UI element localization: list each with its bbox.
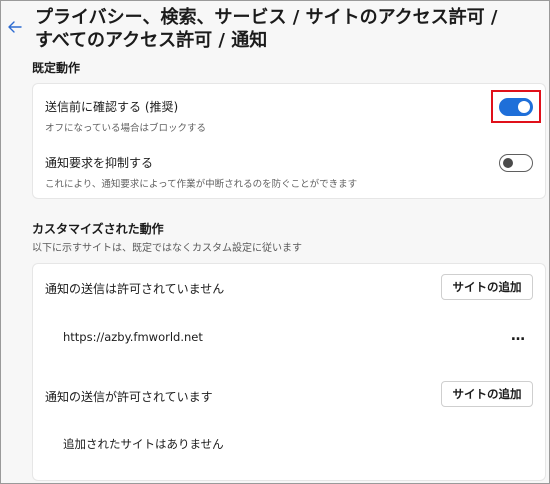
quiet-notification-requests-description: これにより、通知要求によって作業が中断されるのを防ぐことができます	[45, 179, 358, 190]
custom-behavior-subtitle: 以下に示すサイトは、既定ではなくカスタム設定に従います	[32, 243, 302, 254]
add-allowed-site-button[interactable]: サイトの追加	[441, 381, 533, 407]
blocked-sites-label: 通知の送信は許可されていません	[45, 282, 225, 296]
no-sites-message: 追加されたサイトはありません	[63, 437, 224, 451]
allowed-sites-label: 通知の送信が許可されています	[45, 390, 213, 404]
ask-before-sending-description: オフになっている場合はブロックする	[45, 123, 207, 134]
page-title-line-2: すべてのアクセス許可 / 通知	[35, 30, 268, 51]
arrow-left-icon	[8, 21, 22, 33]
quiet-notification-requests-label: 通知要求を抑制する	[45, 156, 154, 170]
add-blocked-site-button[interactable]: サイトの追加	[441, 274, 533, 300]
ask-before-sending-label: 送信前に確認する (推奨)	[45, 100, 179, 114]
highlight-annotation	[491, 90, 541, 123]
page-title-line-1: プライバシー、検索、サービス / サイトのアクセス許可 /	[35, 7, 498, 28]
custom-behavior-heading: カスタマイズされた動作	[32, 222, 164, 236]
back-button[interactable]	[7, 19, 23, 35]
page-title: プライバシー、検索、サービス / サイトのアクセス許可 / すべてのアクセス許可…	[35, 6, 515, 52]
default-behavior-card: 送信前に確認する (推奨) オフになっている場合はブロックする 通知要求を抑制す…	[32, 83, 546, 199]
site-url: https://azby.fmworld.net	[63, 330, 203, 344]
default-behavior-heading: 既定動作	[32, 61, 81, 75]
custom-behavior-card: 通知の送信は許可されていません サイトの追加 https://azby.fmwo…	[32, 263, 546, 481]
toggle-knob	[503, 158, 513, 168]
more-actions-button[interactable]: …	[511, 328, 525, 344]
quiet-notification-requests-toggle[interactable]	[499, 154, 533, 172]
